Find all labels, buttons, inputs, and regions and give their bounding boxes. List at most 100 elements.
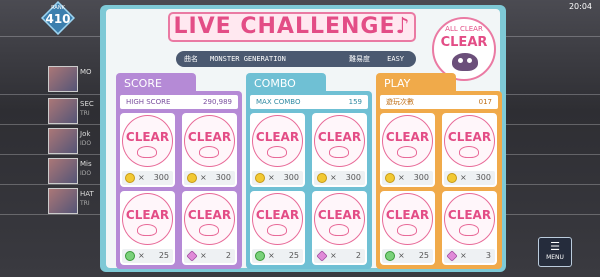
reward-multiplier: × <box>200 173 207 182</box>
challenge-card[interactable]: CLEAR × 25 <box>380 191 435 265</box>
mascot-face-icon <box>267 146 287 158</box>
stamp-text: CLEAR <box>447 130 492 144</box>
reward: × 25 <box>252 249 303 263</box>
combo-column: COMBO MAX COMBO 159 CLEAR × 300 CLEAR × 30… <box>246 73 372 269</box>
reward-multiplier: × <box>460 251 467 260</box>
mascot-face-icon <box>459 224 479 236</box>
clear-stamp-icon: CLEAR <box>252 193 303 245</box>
song-list-item[interactable]: Jok IDO <box>0 126 100 156</box>
ticket-icon <box>385 251 395 261</box>
song-title: Mis <box>80 160 92 168</box>
challenge-card[interactable]: CLEAR × 3 <box>442 191 497 265</box>
live-challenge-dialog: LIVE CHALLENGE♪ 曲名 MONSTER GENERATION 難易… <box>100 5 506 272</box>
reward: × 25 <box>122 249 173 263</box>
mascot-face-icon <box>137 146 157 158</box>
dialog-panel: LIVE CHALLENGE♪ 曲名 MONSTER GENERATION 難易… <box>106 9 502 269</box>
menu-button[interactable]: ☰ MENU <box>538 237 572 267</box>
coin-icon <box>447 173 457 183</box>
stamp-text: CLEAR <box>447 208 492 222</box>
challenge-card[interactable]: CLEAR × 300 <box>380 113 435 187</box>
challenge-card[interactable]: CLEAR × 25 <box>120 191 175 265</box>
song-list-item[interactable]: MO <box>0 64 100 94</box>
stamp-text: CLEAR <box>125 208 170 222</box>
reward-multiplier: × <box>268 173 275 182</box>
reward-multiplier: × <box>268 251 275 260</box>
stamp-text: CLEAR <box>317 208 362 222</box>
song-subtitle: IDO <box>80 170 92 177</box>
coin-icon <box>255 173 265 183</box>
reward-amount: 25 <box>418 251 429 260</box>
clear-stamp-icon: CLEAR <box>382 115 433 167</box>
clear-stamp-icon: CLEAR <box>444 193 495 245</box>
challenge-card[interactable]: CLEAR × 300 <box>250 113 305 187</box>
coin-icon <box>187 173 197 183</box>
gem-icon <box>316 250 328 262</box>
challenge-card[interactable]: CLEAR × 300 <box>182 113 237 187</box>
reward-amount: 2 <box>225 251 231 260</box>
mascot-face-icon <box>137 224 157 236</box>
dialog-title: LIVE CHALLENGE♪ <box>168 12 416 42</box>
coin-icon <box>317 173 327 183</box>
stamp-text: CLEAR <box>385 208 430 222</box>
reward: × 300 <box>382 171 433 185</box>
challenge-card[interactable]: CLEAR × 2 <box>182 191 237 265</box>
mascot-icon <box>452 53 478 71</box>
song-name-label: 曲名 <box>184 55 198 63</box>
song-list-item[interactable]: Mis IDO <box>0 156 100 186</box>
song-thumbnail <box>48 98 78 124</box>
song-title: Jok <box>80 130 91 138</box>
clock: 20:04 <box>568 2 592 11</box>
clear-stamp-icon: CLEAR <box>122 115 173 167</box>
reward-multiplier: × <box>200 251 207 260</box>
reward-amount: 300 <box>413 173 429 182</box>
gem-icon <box>446 250 458 262</box>
reward: × 2 <box>314 249 365 263</box>
clear-stamp-icon: CLEAR <box>184 193 235 245</box>
reward-multiplier: × <box>330 173 337 182</box>
reward-multiplier: × <box>138 173 145 182</box>
reward-multiplier: × <box>138 251 145 260</box>
reward: × 3 <box>444 249 495 263</box>
mascot-face-icon <box>329 224 349 236</box>
challenge-card[interactable]: CLEAR × 25 <box>250 191 305 265</box>
score-column: SCORE HIGH SCORE 290,989 CLEAR × 300 CLEA… <box>116 73 242 269</box>
mascot-face-icon <box>459 146 479 158</box>
reward-multiplier: × <box>460 173 467 182</box>
song-thumbnail <box>48 66 78 92</box>
stamp-text: CLEAR <box>125 130 170 144</box>
mascot-face-icon <box>329 146 349 158</box>
stamp-text: CLEAR <box>187 208 232 222</box>
challenge-card[interactable]: CLEAR × 300 <box>120 113 175 187</box>
menu-label: MENU <box>546 254 564 261</box>
clear-stamp-icon: CLEAR <box>252 115 303 167</box>
reward-multiplier: × <box>398 173 405 182</box>
song-title: MO <box>80 68 92 76</box>
ticket-icon <box>125 251 135 261</box>
song-subtitle: TRI <box>80 200 90 207</box>
challenge-card[interactable]: CLEAR × 300 <box>442 113 497 187</box>
challenge-card[interactable]: CLEAR × 300 <box>312 113 367 187</box>
song-title: SEC <box>80 100 94 108</box>
stamp-text: CLEAR <box>385 130 430 144</box>
mascot-face-icon <box>397 146 417 158</box>
clear-stamp-icon: CLEAR <box>184 115 235 167</box>
stat-name: MAX COMBO <box>256 98 301 106</box>
max-combo-bar: MAX COMBO 159 <box>250 95 368 109</box>
reward-multiplier: × <box>398 251 405 260</box>
gem-icon <box>186 250 198 262</box>
song-name: MONSTER GENERATION <box>210 55 286 63</box>
song-subtitle: TRI <box>80 110 90 117</box>
rank-label: RANK <box>51 5 65 11</box>
coin-icon <box>385 173 395 183</box>
mascot-face-icon <box>397 224 417 236</box>
reward: × 300 <box>444 171 495 185</box>
reward-amount: 300 <box>475 173 491 182</box>
high-score-bar: HIGH SCORE 290,989 <box>120 95 238 109</box>
challenge-card[interactable]: CLEAR × 2 <box>312 191 367 265</box>
song-thumbnail <box>48 128 78 154</box>
song-list-item[interactable]: SEC TRI <box>0 96 100 126</box>
mascot-face-icon <box>267 224 287 236</box>
reward: × 25 <box>382 249 433 263</box>
rank-badge: RANK 410 <box>36 1 80 38</box>
song-list-item[interactable]: HAT TRI <box>0 186 100 216</box>
